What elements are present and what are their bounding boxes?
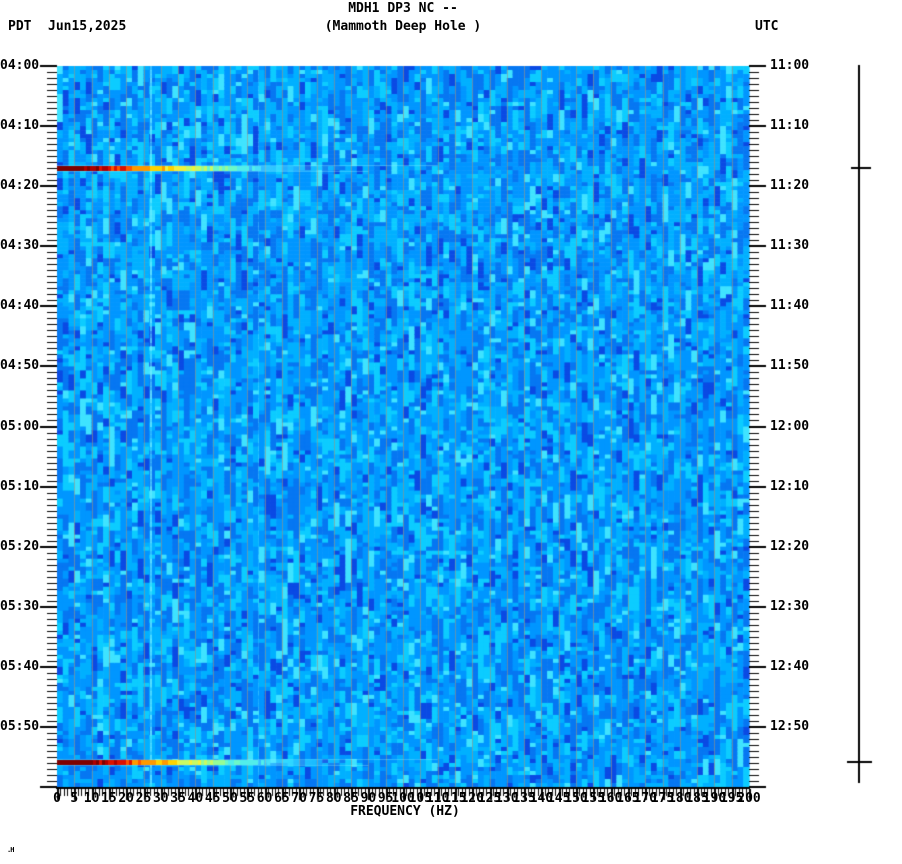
y-axis-left-tick-label: 04:10 <box>0 118 40 134</box>
x-axis-title: FREQUENCY (HZ) <box>350 804 460 819</box>
y-axis-right-tick-label: 12:50 <box>770 718 810 734</box>
y-axis-right-tick-label: 12:10 <box>770 478 810 494</box>
date-label: Jun15,2025 <box>48 19 127 34</box>
y-axis-right-tick-label: 11:00 <box>770 58 810 73</box>
y-axis-right-tick-label: 11:40 <box>770 298 810 314</box>
y-axis-right-tick-label: 12:30 <box>770 598 810 614</box>
y-axis-left-tick-label: 05:30 <box>0 598 40 614</box>
y-axis-left-tick-label: 04:00 <box>0 58 40 73</box>
y-axis-left-tick-label: 04:20 <box>0 178 40 194</box>
footer-mark: .H <box>7 846 15 854</box>
x-axis-tick-label: 200 <box>737 791 761 806</box>
y-axis-left-tick-label: 05:00 <box>0 418 40 434</box>
y-axis-right-tick-label: 12:40 <box>770 658 810 674</box>
spectrogram-plot-canvas <box>0 0 902 864</box>
y-axis-left-tick-label: 05:20 <box>0 538 40 554</box>
y-axis-right-tick-label: 11:10 <box>770 118 810 134</box>
y-axis-left-tick-label: 05:50 <box>0 718 40 734</box>
y-axis-left-tick-label: 04:50 <box>0 358 40 374</box>
plot-subtitle: (Mammoth Deep Hole ) <box>324 19 482 34</box>
y-axis-right-tick-label: 12:20 <box>770 538 810 554</box>
y-axis-left-tick-label: 05:40 <box>0 658 40 674</box>
y-axis-left-tick-label: 05:10 <box>0 478 40 494</box>
y-axis-right-tick-label: 11:30 <box>770 238 810 254</box>
y-axis-left-tick-label: 04:40 <box>0 298 40 314</box>
y-axis-left-tick-label: 04:30 <box>0 238 40 254</box>
plot-title: MDH1 DP3 NC -- <box>348 1 458 16</box>
timezone-right-label: UTC <box>755 19 779 34</box>
timezone-left-label: PDT <box>8 19 32 34</box>
y-axis-right-tick-label: 11:50 <box>770 358 810 374</box>
y-axis-right-tick-label: 12:00 <box>770 418 810 434</box>
spectrogram-page: PDT Jun15,2025 MDH1 DP3 NC -- (Mammoth D… <box>0 0 902 864</box>
y-axis-right-tick-label: 11:20 <box>770 178 810 194</box>
